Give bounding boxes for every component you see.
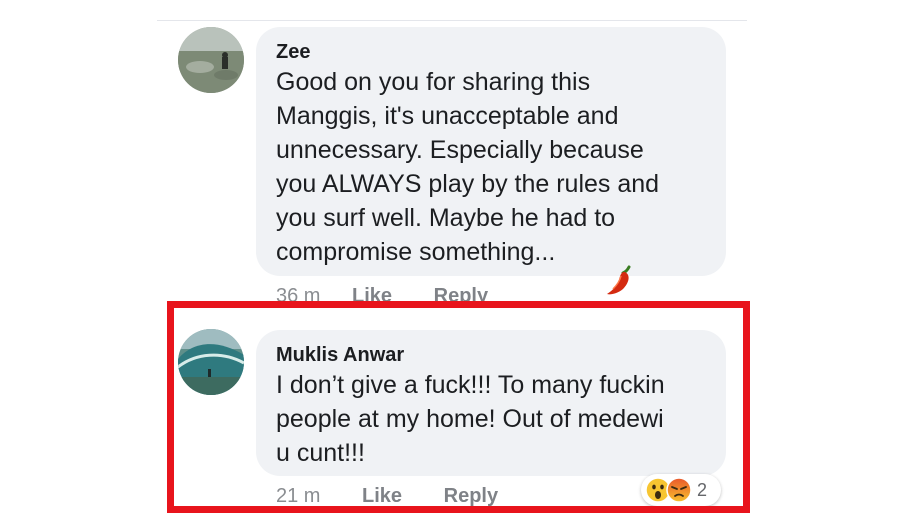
highlight-box [167,301,750,513]
avatar-zee[interactable] [178,27,244,93]
comment-text: Good on you for sharing this Manggis, it… [276,65,706,295]
comment-author[interactable]: Zee [276,39,706,65]
comment-bubble: Zee Good on you for sharing this Manggis… [256,27,726,295]
divider [157,20,747,21]
chili-pepper-icon [607,265,631,295]
comment-text-content: Good on you for sharing this Manggis, it… [276,68,660,266]
avatar-zee-image [178,27,244,93]
